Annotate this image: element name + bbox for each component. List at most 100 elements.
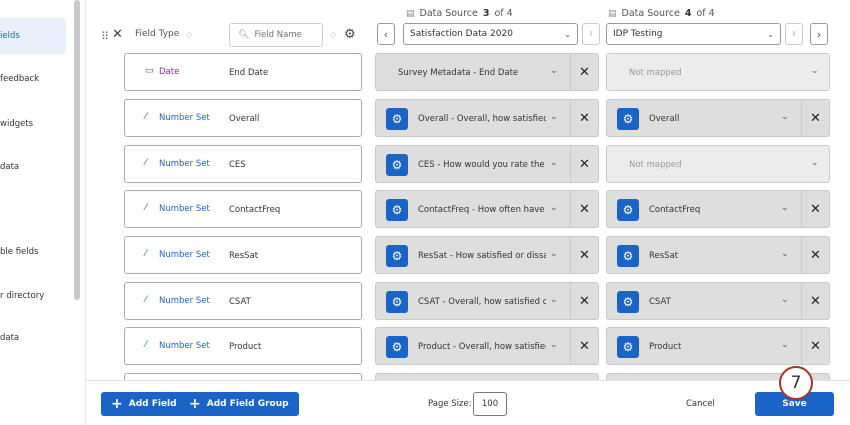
field-card[interactable]: ⁄ Number Set ContactFreq	[124, 190, 362, 228]
mapping-cell-ds3[interactable]: ⚙ ContactFreq - How often have ... ⌄ ✕	[375, 190, 599, 228]
remove-mapping-icon[interactable]: ✕	[801, 191, 829, 227]
field-name[interactable]: Product	[229, 342, 261, 352]
chevron-down-icon[interactable]: ⌄	[781, 295, 789, 305]
gear-icon[interactable]: ⚙	[386, 336, 408, 358]
sidebar-item-data[interactable]: data	[0, 149, 66, 185]
field-name[interactable]: ResSat	[229, 251, 258, 261]
chevron-down-icon[interactable]: ⌄	[811, 66, 819, 76]
add-field-group-label: Add Field Group	[206, 399, 289, 409]
prev-source-button[interactable]: ‹	[377, 23, 395, 45]
gear-icon[interactable]: ⚙	[617, 291, 639, 313]
mapping-cell-ds4[interactable]: Not mapped ⌄	[606, 53, 830, 91]
field-card[interactable]: ▭ Date End Date	[124, 53, 362, 91]
field-type-header[interactable]: Field Type	[135, 29, 179, 39]
remove-mapping-icon[interactable]: ✕	[570, 100, 598, 136]
chevron-down-icon[interactable]: ⌄	[550, 295, 558, 305]
remove-mapping-icon[interactable]: ✕	[570, 237, 598, 273]
field-name[interactable]: CES	[229, 160, 246, 170]
chevron-down-icon[interactable]: ⌄	[550, 158, 558, 168]
field-type[interactable]: Number Set	[159, 113, 210, 123]
reorder-stepper[interactable]: ⇕	[785, 23, 803, 45]
field-name[interactable]: ContactFreq	[229, 205, 280, 215]
sidebar-item-feedback[interactable]: feedback	[0, 61, 66, 97]
sidebar-item-data-2[interactable]: data	[0, 320, 66, 356]
field-type[interactable]: Number Set	[159, 204, 210, 214]
add-field-group-button[interactable]: + Add Field Group	[179, 392, 299, 416]
drag-handle-icon[interactable]: ⠿	[101, 30, 109, 43]
field-type[interactable]: Number Set	[159, 250, 210, 260]
sort-icon-2[interactable]: ◇	[330, 30, 336, 39]
mapping-cell-ds3[interactable]: ⚙ Product - Overall, how satisfied... ⌄ …	[375, 327, 599, 365]
data-source-3-select[interactable]: Satisfaction Data 2020 ⌄	[403, 23, 578, 45]
gear-icon[interactable]: ⚙	[386, 108, 408, 130]
remove-mapping-icon[interactable]: ✕	[801, 328, 829, 364]
chevron-down-icon[interactable]: ⌄	[550, 112, 558, 122]
mapping-cell-ds4[interactable]: Not mapped ⌄	[606, 145, 830, 183]
chevron-down-icon[interactable]: ⌄	[811, 158, 819, 168]
gear-icon[interactable]: ⚙	[617, 245, 639, 267]
remove-mapping-icon[interactable]: ✕	[801, 283, 829, 319]
remove-mapping-icon[interactable]: ✕	[570, 191, 598, 227]
sidebar-item-directory[interactable]: r directory	[0, 278, 66, 314]
sidebar-item-widgets[interactable]: widgets	[0, 106, 66, 142]
field-type[interactable]: Number Set	[159, 159, 210, 169]
chevron-down-icon[interactable]: ⌄	[781, 112, 789, 122]
field-type[interactable]: Date	[159, 67, 179, 77]
mapping-cell-ds3[interactable]: ⚙ CSAT - Overall, how satisfied o... ⌄ ✕	[375, 282, 599, 320]
field-card[interactable]: ⁄ Number Set Overall	[124, 99, 362, 137]
sidebar-item-fields[interactable]: ields	[0, 18, 66, 54]
cancel-button[interactable]: Cancel	[686, 399, 715, 409]
remove-mapping-icon[interactable]: ✕	[570, 283, 598, 319]
remove-mapping-icon[interactable]: ✕	[570, 54, 598, 90]
mapping-cell-ds4[interactable]: ⚙ Product ⌄ ✕	[606, 327, 830, 365]
chevron-down-icon[interactable]: ⌄	[550, 66, 558, 76]
remove-mapping-icon[interactable]: ✕	[801, 100, 829, 136]
field-name[interactable]: End Date	[229, 68, 268, 78]
reorder-stepper[interactable]: ⇕	[582, 23, 600, 45]
next-source-button[interactable]: ›	[810, 23, 828, 45]
mapping-cell-ds4[interactable]: ⚙ Overall ⌄ ✕	[606, 99, 830, 137]
gear-icon[interactable]: ⚙	[617, 108, 639, 130]
close-icon[interactable]: ✕	[112, 27, 123, 42]
field-name[interactable]: CSAT	[229, 297, 251, 307]
plus-icon: +	[111, 396, 123, 412]
mapping-cell-ds3[interactable]: ⚙ Overall - Overall, how satisfied ... ⌄…	[375, 99, 599, 137]
remove-mapping-icon[interactable]: ✕	[570, 328, 598, 364]
settings-gear-icon[interactable]: ⚙	[344, 27, 356, 42]
gear-icon[interactable]: ⚙	[386, 154, 408, 176]
field-card[interactable]: ⁄ Number Set CSAT	[124, 282, 362, 320]
gear-icon[interactable]: ⚙	[386, 199, 408, 221]
field-type[interactable]: Number Set	[159, 341, 210, 351]
sidebar-scrollbar[interactable]	[74, 0, 80, 300]
search-input[interactable]	[254, 30, 321, 40]
mapping-cell-ds3[interactable]: ⚙ CES - How would you rate the ... ⌄ ✕	[375, 145, 599, 183]
field-card[interactable]: ⁄ Number Set ResSat	[124, 236, 362, 274]
chevron-down-icon[interactable]: ⌄	[550, 203, 558, 213]
remove-mapping-icon[interactable]: ✕	[570, 146, 598, 182]
page-size-input[interactable]: 100	[473, 392, 507, 416]
gear-icon[interactable]: ⚙	[386, 245, 408, 267]
chevron-down-icon[interactable]: ⌄	[550, 249, 558, 259]
gear-icon[interactable]: ⚙	[617, 336, 639, 358]
mapping-cell-ds3[interactable]: ⚙ ResSat - How satisfied or dissa... ⌄ ✕	[375, 236, 599, 274]
gear-icon[interactable]: ⚙	[617, 199, 639, 221]
gear-icon[interactable]: ⚙	[386, 291, 408, 313]
chevron-down-icon[interactable]: ⌄	[781, 249, 789, 259]
field-type[interactable]: Number Set	[159, 296, 210, 306]
remove-mapping-icon[interactable]: ✕	[801, 237, 829, 273]
chevron-down-icon[interactable]: ⌄	[550, 340, 558, 350]
field-name-search[interactable]: 🔍︎	[229, 23, 323, 47]
data-source-4-select[interactable]: IDP Testing ⌄	[606, 23, 781, 45]
mapping-cell-ds3[interactable]: Survey Metadata - End Date ⌄ ✕	[375, 53, 599, 91]
chevron-down-icon[interactable]: ⌄	[781, 203, 789, 213]
mapping-cell-ds4[interactable]: ⚙ ResSat ⌄ ✕	[606, 236, 830, 274]
field-card[interactable]: ⁄ Number Set Product	[124, 327, 362, 365]
chevron-down-icon[interactable]: ⌄	[781, 340, 789, 350]
add-field-button[interactable]: + Add Field	[101, 392, 187, 416]
sidebar-item-available-fields[interactable]: ble fields	[0, 234, 66, 270]
field-name[interactable]: Overall	[229, 114, 259, 124]
sort-icon[interactable]: ◇	[186, 30, 192, 39]
field-card[interactable]: ⁄ Number Set CES	[124, 145, 362, 183]
mapping-cell-ds4[interactable]: ⚙ ContactFreq ⌄ ✕	[606, 190, 830, 228]
mapping-cell-ds4[interactable]: ⚙ CSAT ⌄ ✕	[606, 282, 830, 320]
